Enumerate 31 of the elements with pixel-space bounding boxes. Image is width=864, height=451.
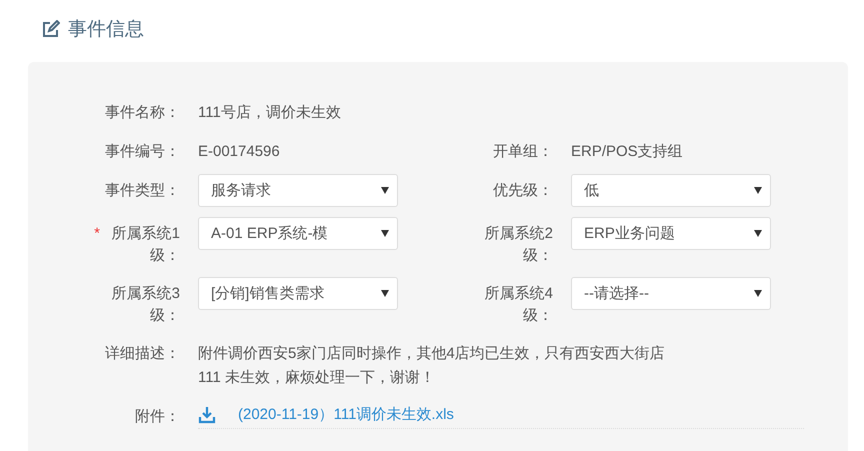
caret-icon (381, 290, 389, 297)
field-label: 所属系统1级： (110, 224, 180, 266)
section-title: 事件信息 (68, 18, 144, 42)
edit-icon (42, 20, 60, 38)
field-label: 附件： (135, 407, 180, 427)
caret-icon (754, 187, 762, 194)
required-mark: * (94, 224, 100, 244)
dropdown[interactable]: --请选择-- (571, 277, 771, 310)
dropdown[interactable]: A-01 ERP系统-模 (198, 217, 398, 250)
dropdown[interactable]: ERP业务问题 (571, 217, 771, 250)
caret-icon (381, 230, 389, 237)
field-value: 附件调价西安5家门店同时操作，其他4店均已生效，只有西安西大街店 111 未生效，麻烦处理一下，谢谢！ (198, 344, 666, 388)
field-label: 所属系统3级： (110, 284, 180, 326)
dropdown[interactable]: 服务请求 (198, 174, 398, 207)
caret-icon (754, 290, 762, 297)
field-label: 事件名称： (105, 103, 180, 123)
caret-icon (754, 230, 762, 237)
field-value: 111号店，调价未生效 (198, 103, 342, 123)
dropdown[interactable]: 低 (571, 174, 771, 207)
dropdown[interactable]: [分销]销售类需求 (198, 277, 398, 310)
field-label: 详细描述： (105, 344, 180, 364)
download-icon[interactable] (198, 406, 216, 424)
field-value: ERP/POS支持组 (571, 142, 684, 162)
field-label: 事件类型： (105, 181, 180, 201)
field-label: 所属系统2级： (484, 224, 553, 266)
field-label: 优先级： (493, 181, 553, 201)
field-label: 开单组： (493, 142, 553, 162)
field-label: 事件编号： (105, 142, 180, 162)
field-label: 所属系统4级： (484, 284, 553, 326)
caret-icon (381, 187, 389, 194)
field-value: E-00174596 (198, 142, 281, 162)
